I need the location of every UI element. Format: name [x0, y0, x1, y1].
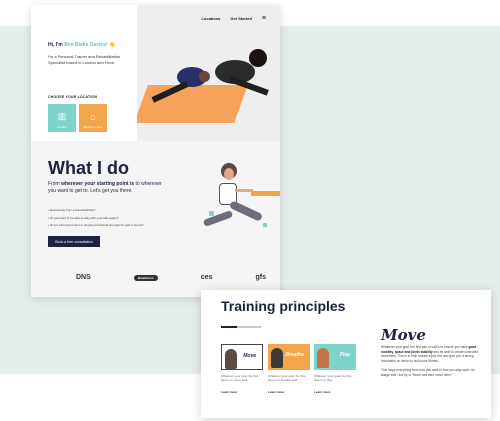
principle-move-card[interactable]: Move — [221, 344, 263, 370]
principle-play-desc: Whatever your goal, the first step is to… — [314, 374, 352, 382]
location-london-button[interactable]: ▥ London — [48, 104, 76, 132]
top-nav: Locations Get Started ≡ — [201, 15, 266, 22]
benefit-list: • Recovering from a knee/back/hip? • Or … — [48, 207, 144, 230]
principle-play-card[interactable]: Play — [314, 344, 356, 370]
illustration-arm — [235, 189, 253, 192]
principle-move-label: Move — [243, 353, 256, 359]
exercise-mat — [137, 85, 248, 123]
illustration-face — [224, 168, 234, 180]
learn-more-link-breathe[interactable]: Learn more — [268, 390, 284, 394]
trainer-head — [249, 49, 267, 67]
subtitle-bold: wherever your starting point is — [61, 181, 135, 187]
nav-get-started-link[interactable]: Get Started — [230, 16, 252, 21]
principle-move-desc: Whatever your goal, the first step is to… — [221, 374, 259, 382]
principle-play-label: Play — [339, 352, 350, 358]
trainer-name: Ben Blake Davies! — [64, 42, 108, 48]
principle-breathe-desc: Whatever your goal, the first step is to… — [268, 374, 306, 382]
move-text-part3: This helps everything from how you walk … — [381, 367, 475, 377]
figure-icon — [271, 348, 283, 368]
logo-dns: DNS — [76, 274, 91, 281]
what-i-do-subtitle: From wherever your starting point is to … — [48, 181, 168, 195]
illustration-leg-back — [202, 210, 234, 227]
bio-text: I'm a Personal Trainer and Rehabilitatio… — [48, 54, 121, 65]
orange-bar — [251, 191, 280, 196]
learn-more-link-play[interactable]: Learn more — [314, 390, 330, 394]
learn-more-link-move[interactable]: Learn more — [221, 390, 237, 394]
what-i-do-heading: What I do — [48, 158, 129, 178]
nav-locations-link[interactable]: Locations — [201, 16, 220, 21]
homepage-preview: Hi, I'm Ben Blake Davies! 👋 I'm a Person… — [31, 5, 280, 297]
location-london-label: London — [56, 125, 67, 129]
principle-breathe-label: Breathe — [285, 352, 304, 358]
list-item: • Or just want to be able to play with y… — [48, 215, 119, 220]
greeting: Hi, I'm Ben Blake Davies! 👋 — [48, 42, 115, 48]
teal-accent — [209, 211, 214, 216]
move-heading: Move — [381, 326, 426, 344]
hero-photo: Locations Get Started ≡ — [137, 5, 280, 141]
list-item: • Or are strong but want to develop func… — [48, 223, 144, 227]
training-principles-heading: Training principles — [221, 298, 346, 314]
partner-logos: DNS BrainForce ces gfs — [76, 274, 266, 281]
training-principles-preview: Training principles Move Breathe Play Wh… — [201, 290, 491, 418]
subtitle-prefix: From — [48, 181, 62, 187]
location-hove-button[interactable]: ⌂ Brighton Hove — [79, 104, 107, 132]
client-head — [199, 71, 210, 82]
principle-breathe-card[interactable]: Breathe — [268, 344, 310, 370]
wave-icon: 👋 — [108, 42, 116, 48]
logo-brainforce: BrainForce — [133, 274, 158, 281]
logo-ces: ces — [200, 274, 213, 281]
house-icon: ⌂ — [90, 112, 96, 122]
greeting-prefix: Hi, I'm — [48, 42, 65, 48]
illustration-leg-front — [228, 200, 264, 222]
heading-underline-secondary — [237, 326, 261, 328]
figure-icon — [225, 349, 237, 369]
move-description: Whatever your goal, the first part of ca… — [381, 345, 481, 377]
logo-gfs: gfs — [255, 274, 267, 281]
teal-accent — [263, 223, 267, 227]
list-item: • Recovering from a knee/back/hip? — [48, 208, 96, 212]
move-text-part1: Whatever your goal, the first part of ca… — [381, 345, 469, 349]
book-consultation-button[interactable]: Book a free consultation — [48, 236, 100, 247]
location-label: CHOOSE YOUR LOCATION — [48, 95, 98, 99]
hamburger-icon[interactable]: ≡ — [262, 15, 266, 22]
location-hove-label: Brighton Hove — [83, 125, 103, 129]
building-icon: ▥ — [57, 111, 67, 121]
figure-icon — [317, 348, 329, 368]
hero-intro-panel: Hi, I'm Ben Blake Davies! 👋 I'm a Person… — [31, 5, 137, 141]
lunge-illustration — [202, 163, 280, 245]
